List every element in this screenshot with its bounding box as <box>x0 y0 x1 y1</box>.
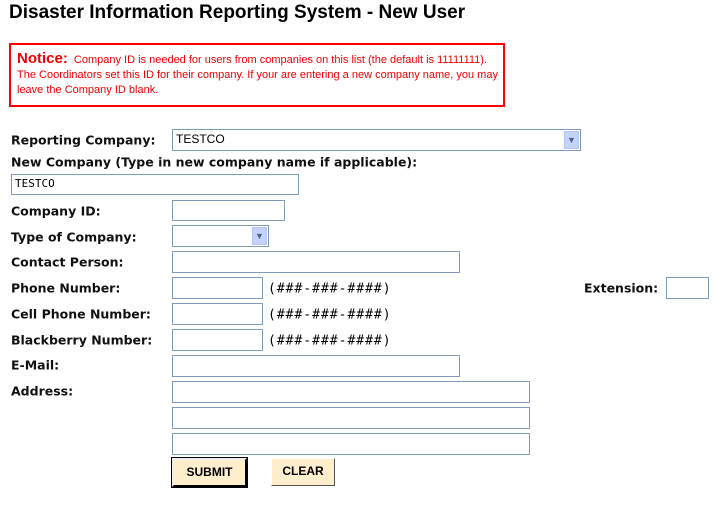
cell-phone-label: Cell Phone Number: <box>11 306 151 322</box>
chevron-down-icon[interactable]: ▼ <box>564 131 579 149</box>
phone-number-label: Phone Number: <box>11 280 121 296</box>
company-id-input[interactable] <box>172 200 285 221</box>
reporting-company-label: Reporting Company: <box>11 132 156 148</box>
address-line-2-input[interactable] <box>172 407 530 429</box>
reporting-company-value: TESTCO <box>176 132 225 146</box>
reporting-company-select[interactable]: TESTCO ▼ <box>172 129 581 151</box>
cell-format-hint: (###-###-####) <box>268 307 392 323</box>
blackberry-format-hint: (###-###-####) <box>268 333 392 349</box>
new-company-label: New Company (Type in new company name if… <box>11 154 418 170</box>
chevron-down-icon[interactable]: ▼ <box>252 227 267 245</box>
contact-person-input[interactable] <box>172 251 460 273</box>
cell-phone-input[interactable] <box>172 303 263 325</box>
notice-box: Notice: Company ID is needed for users f… <box>9 43 505 107</box>
clear-button[interactable]: CLEAR <box>271 458 335 486</box>
extension-label: Extension: <box>584 280 659 296</box>
contact-person-label: Contact Person: <box>11 254 124 270</box>
email-input[interactable] <box>172 355 460 377</box>
phone-number-input[interactable] <box>172 277 263 299</box>
blackberry-label: Blackberry Number: <box>11 332 153 348</box>
page-title: Disaster Information Reporting System - … <box>9 2 466 23</box>
blackberry-input[interactable] <box>172 329 263 351</box>
phone-format-hint: (###-###-####) <box>268 281 392 297</box>
email-label: E-Mail: <box>11 357 60 373</box>
submit-button[interactable]: SUBMIT <box>171 457 248 488</box>
type-of-company-select[interactable]: ▼ <box>172 225 269 247</box>
address-line-1-input[interactable] <box>172 381 530 403</box>
notice-text: Company ID is needed for users from comp… <box>17 54 498 96</box>
new-company-input[interactable]: TESTCO <box>11 174 299 195</box>
notice-label: Notice: <box>17 50 68 67</box>
address-label: Address: <box>11 383 74 399</box>
type-of-company-label: Type of Company: <box>11 229 137 245</box>
company-id-label: Company ID: <box>11 203 101 219</box>
address-line-3-input[interactable] <box>172 433 530 455</box>
extension-input[interactable] <box>666 277 709 299</box>
